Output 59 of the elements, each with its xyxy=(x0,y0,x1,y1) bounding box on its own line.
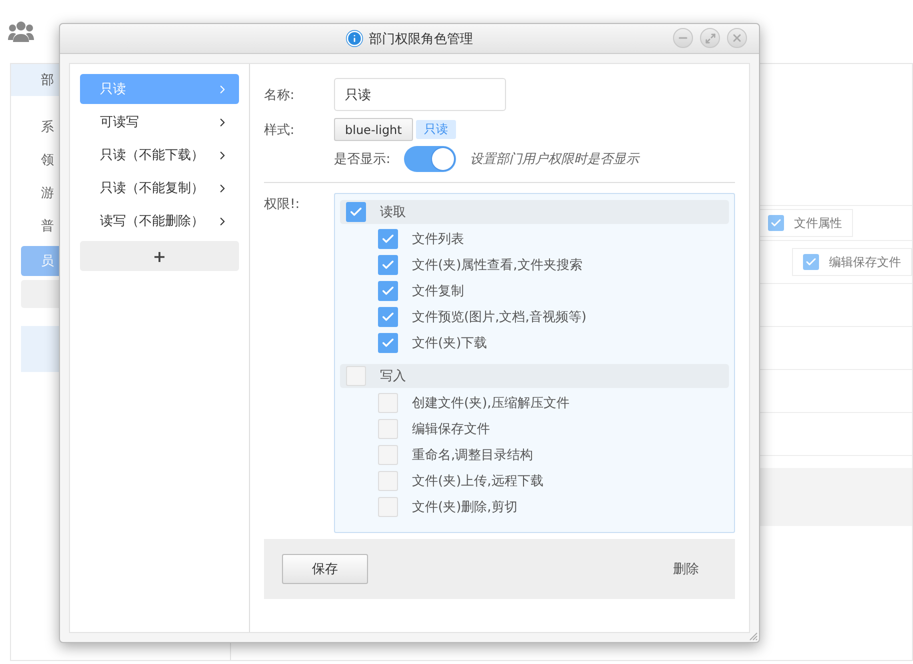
role-label: 读写（不能删除） xyxy=(100,213,204,230)
role-label: 只读 xyxy=(100,81,126,98)
permission-label: 创建文件(夹),压缩解压文件 xyxy=(412,395,570,412)
permission-label: 文件(夹)属性查看,文件夹搜索 xyxy=(412,257,582,274)
check-icon xyxy=(381,232,395,246)
checkbox[interactable] xyxy=(378,281,398,301)
permission-label: 重命名,调整目录结构 xyxy=(412,447,534,464)
role-item[interactable]: 只读（不能复制） xyxy=(80,173,239,203)
field-label: 样式: xyxy=(264,122,296,138)
checkbox[interactable] xyxy=(378,229,398,249)
permission-label: 文件(夹)删除,剪切 xyxy=(412,499,518,516)
role-item[interactable]: 可读写 xyxy=(80,107,239,137)
save-button[interactable]: 保存 xyxy=(282,554,368,584)
group-label: 读取 xyxy=(380,204,406,221)
users-icon xyxy=(8,20,34,42)
check-icon xyxy=(381,336,395,350)
checkbox[interactable] xyxy=(803,254,819,270)
check-icon xyxy=(349,205,363,219)
permission-label: 文件(夹)上传,远程下载 xyxy=(412,473,544,490)
checkbox[interactable] xyxy=(378,255,398,275)
info-icon xyxy=(346,30,363,47)
checkbox[interactable] xyxy=(768,215,784,231)
checkbox[interactable] xyxy=(378,307,398,327)
role-label: 可读写 xyxy=(100,114,139,131)
maximize-button[interactable] xyxy=(700,28,720,48)
check-icon xyxy=(770,217,782,229)
checkbox[interactable] xyxy=(378,333,398,353)
role-item[interactable]: 读写（不能删除） xyxy=(80,206,239,236)
permission-label: 编辑保存文件 xyxy=(412,421,490,438)
field-label: 权限!: xyxy=(264,196,301,213)
group-label: 写入 xyxy=(380,368,406,385)
checkbox[interactable] xyxy=(346,202,366,222)
style-button[interactable]: blue-light xyxy=(334,118,413,141)
field-label: 名称: xyxy=(264,86,296,104)
permission-label: 文件预览(图片,文档,音视频等) xyxy=(412,309,586,326)
maximize-icon xyxy=(704,32,716,44)
check-icon xyxy=(381,310,395,324)
close-button[interactable] xyxy=(727,28,747,48)
window-title: 部门权限角色管理 xyxy=(369,30,473,48)
role-label: 只读（不能下载） xyxy=(100,147,204,164)
role-label: 只读（不能复制） xyxy=(100,180,204,197)
add-button[interactable]: + xyxy=(80,241,239,271)
hint-text: 设置部门用户权限时是否显示 xyxy=(470,151,639,168)
permission-chip[interactable]: 编辑保存文件 xyxy=(792,248,912,276)
check-icon xyxy=(381,284,395,298)
permission-label: 文件复制 xyxy=(412,283,464,300)
display-toggle[interactable] xyxy=(404,146,456,172)
field-label: 是否显示: xyxy=(334,151,392,168)
style-tag: 只读 xyxy=(416,120,456,139)
close-icon xyxy=(731,32,743,44)
name-field[interactable]: 只读 xyxy=(334,78,506,111)
check-icon xyxy=(805,256,817,268)
permission-label: 文件列表 xyxy=(412,231,464,248)
role-item[interactable]: 只读（不能下载） xyxy=(80,140,239,170)
minimize-button[interactable] xyxy=(673,28,693,48)
permission-label: 文件(夹)下载 xyxy=(412,335,488,352)
resize-grip-icon[interactable] xyxy=(749,632,758,641)
delete-button[interactable]: 删除 xyxy=(673,560,699,578)
check-icon xyxy=(381,258,395,272)
